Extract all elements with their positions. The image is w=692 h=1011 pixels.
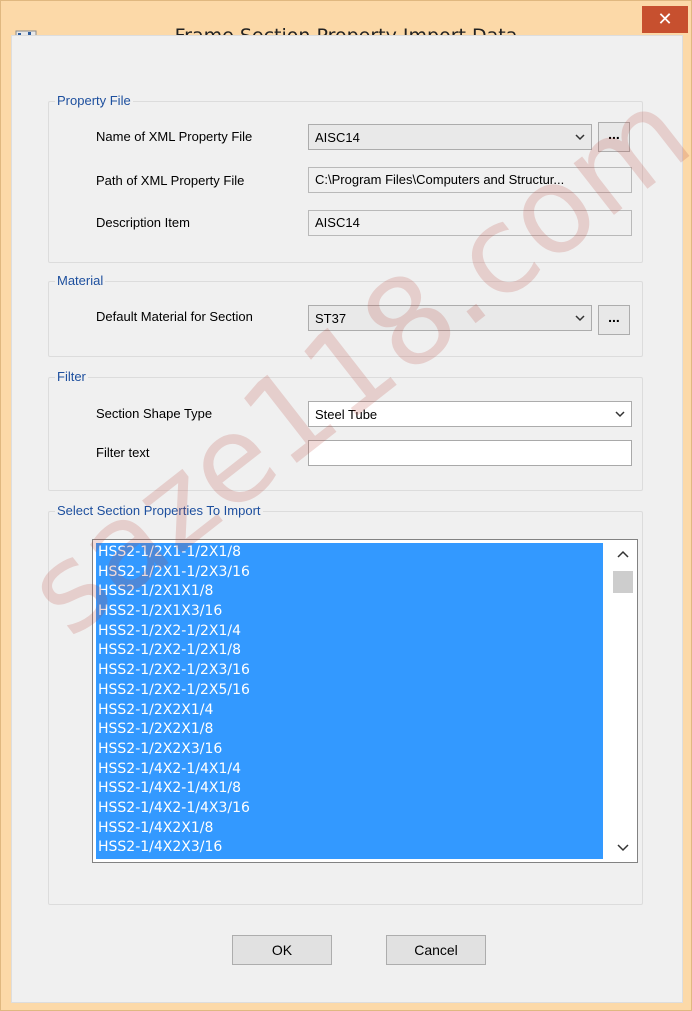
list-item[interactable]: HSS2-1/2X1X3/16: [96, 602, 603, 622]
xml-path-value: C:\Program Files\Computers and Structur.…: [315, 172, 565, 187]
scroll-up-icon[interactable]: [611, 545, 635, 565]
list-item[interactable]: HSS2-1/4X2X3/16: [96, 838, 603, 858]
section-list-items: HSS2-1/2X1-1/2X1/8 HSS2-1/2X1-1/2X3/16 HSS…: [96, 543, 603, 859]
xml-path-field: C:\Program Files\Computers and Structur.…: [308, 167, 632, 193]
list-item[interactable]: HSS2-1/2X2-1/2X3/16: [96, 661, 603, 681]
scroll-thumb[interactable]: [613, 571, 633, 593]
section-shape-label: Section Shape Type: [96, 406, 213, 421]
list-scrollbar[interactable]: [611, 543, 635, 859]
list-item[interactable]: HSS2-1/2X2X3/16: [96, 740, 603, 760]
filter-group: Filter: [48, 369, 643, 491]
property-file-group-title: Property File: [55, 93, 133, 108]
xml-name-select[interactable]: AISC14: [308, 124, 592, 150]
default-material-value: ST37: [315, 311, 347, 326]
list-item[interactable]: HSS2-1/2X2-1/2X1/4: [96, 622, 603, 642]
xml-browse-button[interactable]: ...: [598, 122, 630, 152]
chevron-down-icon: [575, 315, 585, 322]
material-group-title: Material: [55, 273, 106, 288]
list-item[interactable]: HSS2-1/2X2-1/2X1/8: [96, 641, 603, 661]
scroll-down-icon[interactable]: [611, 837, 635, 857]
dialog-client-area: Property File Name of XML Property File …: [11, 35, 683, 1003]
chevron-down-icon: [615, 411, 625, 418]
default-material-select[interactable]: ST37: [308, 305, 592, 331]
close-button[interactable]: ✕: [642, 6, 688, 33]
dialog-window: Frame Section Property Import Data ✕ Pro…: [0, 0, 692, 1011]
list-item[interactable]: HSS2-1/2X1X1/8: [96, 582, 603, 602]
description-value: AISC14: [315, 215, 360, 230]
material-browse-button[interactable]: ...: [598, 305, 630, 335]
list-item[interactable]: HSS2-1/2X2X1/8: [96, 720, 603, 740]
cancel-button[interactable]: Cancel: [386, 935, 486, 965]
ok-button[interactable]: OK: [232, 935, 332, 965]
list-item[interactable]: HSS2-1/4X2-1/4X3/16: [96, 799, 603, 819]
section-list[interactable]: HSS2-1/2X1-1/2X1/8 HSS2-1/2X1-1/2X3/16 HSS…: [92, 539, 638, 863]
list-item[interactable]: HSS2-1/4X2-1/4X1/8: [96, 779, 603, 799]
list-item[interactable]: HSS2-1/2X2-1/2X5/16: [96, 681, 603, 701]
filter-text-input[interactable]: [308, 440, 632, 466]
list-item[interactable]: HSS2-1/2X2X1/4: [96, 701, 603, 721]
chevron-down-icon: [575, 134, 585, 141]
filter-text-label: Filter text: [96, 445, 150, 460]
filter-group-title: Filter: [55, 369, 88, 384]
list-item[interactable]: HSS2-1/4X2-1/4X1/4: [96, 760, 603, 780]
section-shape-select[interactable]: Steel Tube: [308, 401, 632, 427]
default-material-label: Default Material for Section: [96, 309, 253, 324]
description-label: Description Item: [96, 215, 190, 230]
xml-name-value: AISC14: [315, 130, 360, 145]
select-sections-group-title: Select Section Properties To Import: [55, 503, 263, 518]
xml-path-label: Path of XML Property File: [96, 173, 245, 188]
description-field: AISC14: [308, 210, 632, 236]
xml-name-label: Name of XML Property File: [96, 129, 253, 144]
section-shape-value: Steel Tube: [315, 407, 378, 422]
list-item[interactable]: HSS2-1/2X1-1/2X1/8: [96, 543, 603, 563]
list-item[interactable]: HSS2-1/2X1-1/2X3/16: [96, 563, 603, 583]
list-item[interactable]: HSS2-1/4X2X1/8: [96, 819, 603, 839]
